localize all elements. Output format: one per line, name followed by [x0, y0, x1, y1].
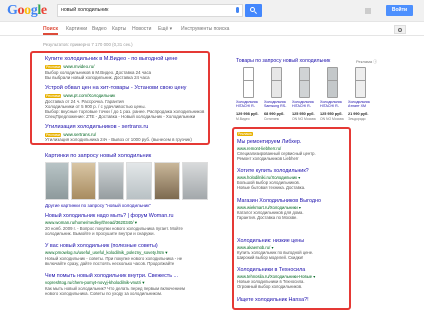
result-snippet: холодильник. Вымойте и просушите внутри …: [45, 231, 155, 236]
search-input[interactable]: новый холодильник: [57, 4, 243, 17]
ad-badge: Реклама: [45, 65, 62, 69]
apps-grid-icon[interactable]: [365, 8, 371, 14]
tab-video[interactable]: Видео: [92, 26, 107, 32]
fridge-image: [299, 67, 310, 98]
tab-news[interactable]: Новости: [132, 26, 151, 32]
product-name[interactable]: Холодильник HITACHI R-: [292, 100, 319, 108]
result-title[interactable]: Новый холодильник надо мыть? | форум Wom…: [45, 213, 174, 219]
product-store: ON NO Москва: [292, 117, 316, 121]
ad-description: СпецПредложение: ZTE - Доставка - Новый …: [45, 114, 196, 119]
settings-button[interactable]: [394, 25, 406, 34]
gear-icon: [398, 27, 402, 32]
side-ad-description: Новые бытовая техника. Доставка.: [237, 185, 306, 190]
search-query[interactable]: новый холодильник: [61, 7, 108, 13]
product-price: 129 998 руб.: [236, 112, 259, 116]
ad-title[interactable]: Устрой обвал цен на хит-товары - Установ…: [45, 85, 186, 91]
side-ad-title[interactable]: Магазин Холодильников Выгодно: [237, 198, 321, 204]
images-heading[interactable]: Картинки по запросу новый холодильник: [45, 153, 151, 159]
product-price: 21 990 руб.: [348, 112, 369, 116]
image-thumbnail[interactable]: [154, 162, 180, 200]
side-ad-title[interactable]: Ищете холодильник Hansa?!: [237, 297, 309, 303]
fridge-image: [271, 67, 282, 98]
ad-title[interactable]: Купите холодильник в М.Видео - по выгодн…: [45, 56, 177, 62]
signin-button[interactable]: Войти: [386, 5, 413, 16]
side-ad-title[interactable]: Хотите купить холодильник?: [237, 168, 309, 174]
product-name[interactable]: Холодильник Samsung RS-: [264, 100, 291, 108]
side-ad-title[interactable]: Холодильник: низкие цены: [237, 238, 304, 244]
shopping-heading[interactable]: Товары по запросу новый холодильник: [236, 58, 330, 64]
tab-images[interactable]: Картинки: [66, 26, 87, 32]
product-store: Ситилинк: [264, 117, 280, 121]
product-name[interactable]: Холодильник Атлант ХМ: [348, 100, 375, 108]
result-title[interactable]: Чем помыть новый холодильник внутри. Све…: [45, 273, 178, 279]
result-snippet: включайте сразу, дайте постоять нескольк…: [45, 261, 175, 266]
tab-search-tools[interactable]: Инструменты поиска: [181, 26, 229, 32]
image-thumbnail[interactable]: [182, 162, 208, 200]
product-card[interactable]: Холодильник Samsung RS- 68 990 руб. Сити…: [264, 67, 289, 123]
side-ad-description: Ремонт холодильников Liebherr: [237, 156, 299, 161]
product-store: Эльдорадо: [348, 117, 366, 121]
shopping-sponsored-label[interactable]: Реклама ⓘ: [356, 59, 377, 65]
top-bar: Google новый холодильник Войти: [0, 0, 424, 22]
product-card[interactable]: Холодильник HITACHI R- 129 998 руб. М.Ви…: [236, 67, 261, 123]
tab-maps[interactable]: Карты: [112, 26, 126, 32]
product-store: ON NO Москва: [320, 117, 344, 121]
search-button[interactable]: [245, 4, 262, 17]
fridge-image: [243, 67, 254, 98]
active-tab-indicator: [43, 33, 58, 35]
ad-url: Реклама www.mvideo.ru/: [45, 64, 95, 69]
product-name[interactable]: Холодильник HITACHI R-: [320, 100, 347, 108]
ad-title[interactable]: Утилизация холодильников - sertrans.ru: [45, 124, 148, 130]
product-card[interactable]: Холодильник Атлант ХМ 21 990 руб. Эльдор…: [348, 67, 373, 123]
product-name[interactable]: Холодильник HITACHI R-: [236, 100, 263, 108]
search-tabs: Поиск Картинки Видео Карты Новости Ещё ▾…: [0, 22, 424, 36]
product-price: 125 950 руб.: [320, 112, 343, 116]
result-snippet: нового холодильника. Советы по уходу за …: [45, 291, 163, 296]
side-ad-title[interactable]: Холодильники в Техносила: [237, 267, 305, 273]
ad-badge: Реклама: [237, 132, 253, 136]
product-card[interactable]: Холодильник HITACHI R- 125 950 руб. ON N…: [320, 67, 345, 123]
product-price: 125 950 руб.: [292, 112, 315, 116]
result-title[interactable]: У вас новый холодильник (полезные советы…: [45, 243, 158, 249]
side-ad-description: Огромный выбор холодильников.: [237, 284, 303, 289]
microphone-icon[interactable]: [236, 7, 239, 13]
product-store: М.Видео: [236, 117, 250, 121]
ad-description: Вы выбрали новый холодильник. Доставка 2…: [45, 75, 150, 80]
image-thumbnail[interactable]: [126, 162, 152, 200]
more-images-link[interactable]: Другие картинки по запросу "новый холоди…: [45, 203, 151, 208]
ad-description: Утилизация холодильника 24ч - Вывоз от 1…: [45, 137, 192, 142]
side-ad-title[interactable]: Мы ремонтируем Либхер.: [237, 139, 301, 145]
side-ad-description: Широкий выбор моделей. Скидки!: [237, 255, 304, 260]
ad-badge: Реклама: [45, 94, 62, 98]
side-ad-description: Гарантия. Доставка по Москве.: [237, 215, 298, 220]
product-card[interactable]: Холодильник HITACHI R- 125 950 руб. ON N…: [292, 67, 317, 123]
tab-search[interactable]: Поиск: [43, 26, 58, 32]
product-price: 68 990 руб.: [264, 112, 285, 116]
tab-more[interactable]: Ещё ▾: [158, 26, 172, 32]
image-thumbnail[interactable]: [71, 162, 96, 200]
image-thumbnail[interactable]: [45, 162, 69, 200]
fridge-image: [355, 67, 366, 98]
ad-url: Реклама www.pt.com/Холодильник: [45, 93, 116, 98]
fridge-image: [327, 67, 338, 98]
image-thumbnail[interactable]: [98, 162, 124, 200]
result-stats: Результатов: примерно 7 170 000 (0,31 се…: [43, 42, 133, 47]
google-logo[interactable]: Google: [7, 3, 47, 19]
